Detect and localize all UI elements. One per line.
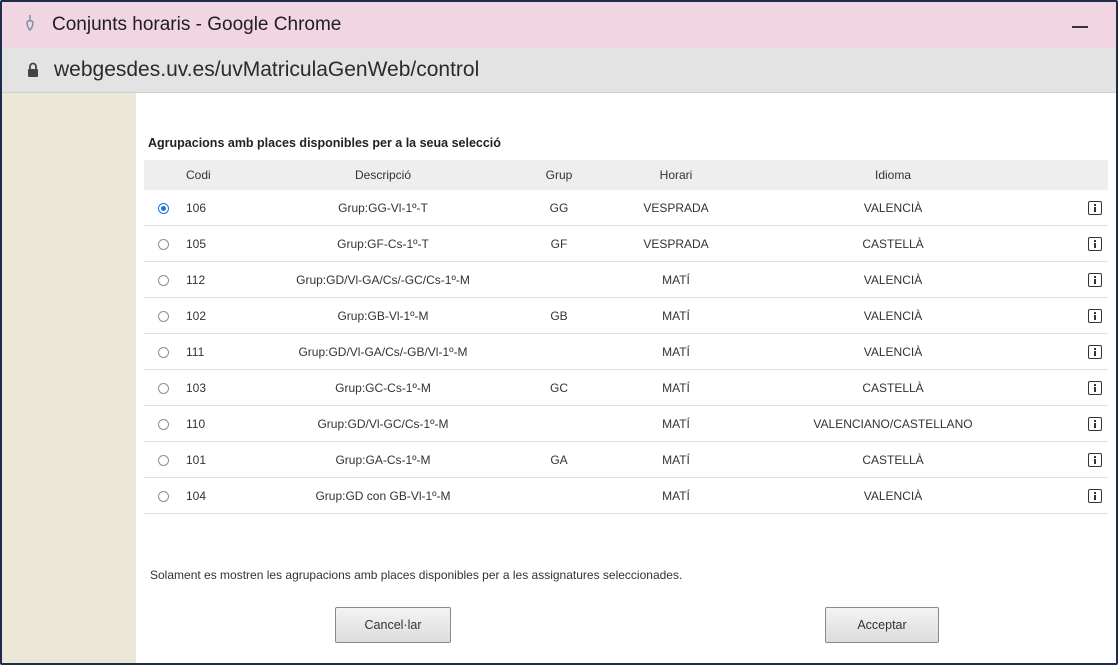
- cell-descripcio: Grup:GA-Cs-1º-M: [242, 441, 524, 478]
- table-row: 101 Grup:GA-Cs-1º-M GA MATÍ CASTELLÀ: [144, 441, 1108, 478]
- group-radio[interactable]: [157, 382, 169, 394]
- cell-grup: GB: [524, 297, 594, 334]
- cancel-button[interactable]: Cancel·lar: [335, 607, 451, 643]
- info-icon[interactable]: [1088, 236, 1102, 251]
- table-row: 112 Grup:GD/Vl-GA/Cs/-GC/Cs-1º-M MATÍ VA…: [144, 261, 1108, 298]
- cell-codi: 105: [182, 225, 242, 262]
- cell-codi: 110: [182, 405, 242, 442]
- info-icon[interactable]: [1088, 200, 1102, 215]
- side-panel: [2, 93, 136, 663]
- header-grup: Grup: [524, 160, 594, 190]
- cell-descripcio: Grup:GD/Vl-GA/Cs/-GB/Vl-1º-M: [242, 333, 524, 370]
- info-icon[interactable]: [1088, 344, 1102, 359]
- cell-idioma: CASTELLÀ: [758, 225, 1028, 262]
- cell-descripcio: Grup:GD/Vl-GC/Cs-1º-M: [242, 405, 524, 442]
- cell-descripcio: Grup:GD/Vl-GA/Cs/-GC/Cs-1º-M: [242, 261, 524, 298]
- table-row: 110 Grup:GD/Vl-GC/Cs-1º-M MATÍ VALENCIAN…: [144, 405, 1108, 442]
- cell-codi: 102: [182, 297, 242, 334]
- cell-horari: VESPRADA: [594, 190, 758, 226]
- group-radio[interactable]: [157, 202, 169, 214]
- group-radio[interactable]: [157, 238, 169, 250]
- address-bar: webgesdes.uv.es/uvMatriculaGenWeb/contro…: [2, 48, 1116, 93]
- cell-codi: 104: [182, 477, 242, 514]
- cell-horari: MATÍ: [594, 477, 758, 514]
- cell-grup: GG: [524, 190, 594, 226]
- header-horari: Horari: [594, 160, 758, 190]
- table-header-row: Codi Descripció Grup Horari Idioma: [144, 160, 1108, 190]
- table-row: 104 Grup:GD con GB-Vl-1º-M MATÍ VALENCIÀ: [144, 477, 1108, 514]
- window-title: Conjunts horaris - Google Chrome: [52, 14, 342, 35]
- availability-note: Solament es mostren les agrupacions amb …: [150, 568, 683, 582]
- table-row: 103 Grup:GC-Cs-1º-M GC MATÍ CASTELLÀ: [144, 369, 1108, 406]
- title-bar: Conjunts horaris - Google Chrome: [2, 2, 1116, 48]
- cell-grup: [524, 333, 594, 370]
- cell-descripcio: Grup:GF-Cs-1º-T: [242, 225, 524, 262]
- cell-horari: MATÍ: [594, 441, 758, 478]
- accept-button[interactable]: Acceptar: [825, 607, 939, 643]
- url-text[interactable]: webgesdes.uv.es/uvMatriculaGenWeb/contro…: [54, 58, 479, 82]
- group-radio[interactable]: [157, 274, 169, 286]
- cell-grup: GC: [524, 369, 594, 406]
- header-descripcio: Descripció: [242, 160, 524, 190]
- table-row: 105 Grup:GF-Cs-1º-T GF VESPRADA CASTELLÀ: [144, 225, 1108, 262]
- cell-codi: 103: [182, 369, 242, 406]
- cell-idioma: VALENCIÀ: [758, 261, 1028, 298]
- info-icon[interactable]: [1088, 308, 1102, 323]
- cell-codi: 112: [182, 261, 242, 298]
- cell-idioma: VALENCIÀ: [758, 297, 1028, 334]
- cell-horari: MATÍ: [594, 261, 758, 298]
- minimize-button[interactable]: [1068, 10, 1094, 38]
- cell-horari: VESPRADA: [594, 225, 758, 262]
- app-icon: [26, 15, 34, 31]
- cell-idioma: CASTELLÀ: [758, 441, 1028, 478]
- cell-idioma: VALENCIÀ: [758, 333, 1028, 370]
- cell-idioma: VALENCIÀ: [758, 190, 1028, 226]
- group-radio[interactable]: [157, 454, 169, 466]
- lock-icon: [28, 62, 38, 77]
- dialog-heading: Agrupacions amb places disponibles per a…: [148, 136, 501, 150]
- info-icon[interactable]: [1088, 272, 1102, 287]
- browser-window: Conjunts horaris - Google Chrome webgesd…: [0, 0, 1118, 665]
- cell-idioma: VALENCIANO/CASTELLANO: [758, 405, 1028, 442]
- group-radio[interactable]: [157, 310, 169, 322]
- cell-descripcio: Grup:GD con GB-Vl-1º-M: [242, 477, 524, 514]
- cell-codi: 106: [182, 190, 242, 226]
- table-row: 111 Grup:GD/Vl-GA/Cs/-GB/Vl-1º-M MATÍ VA…: [144, 333, 1108, 370]
- group-radio[interactable]: [157, 490, 169, 502]
- cell-grup: GF: [524, 225, 594, 262]
- cell-horari: MATÍ: [594, 405, 758, 442]
- header-info: [1028, 160, 1108, 190]
- cell-grup: [524, 261, 594, 298]
- info-icon[interactable]: [1088, 416, 1102, 431]
- cell-codi: 111: [182, 333, 242, 370]
- cell-descripcio: Grup:GB-Vl-1º-M: [242, 297, 524, 334]
- header-codi: Codi: [182, 160, 242, 190]
- table-row: 106 Grup:GG-Vl-1º-T GG VESPRADA VALENCIÀ: [144, 190, 1108, 226]
- cell-horari: MATÍ: [594, 297, 758, 334]
- cell-grup: [524, 477, 594, 514]
- groups-table: Codi Descripció Grup Horari Idioma 106 G…: [144, 160, 1108, 514]
- cell-idioma: CASTELLÀ: [758, 369, 1028, 406]
- cell-descripcio: Grup:GG-Vl-1º-T: [242, 190, 524, 226]
- group-radio[interactable]: [157, 346, 169, 358]
- cell-grup: [524, 405, 594, 442]
- group-radio[interactable]: [157, 418, 169, 430]
- info-icon[interactable]: [1088, 488, 1102, 503]
- info-icon[interactable]: [1088, 452, 1102, 467]
- cell-codi: 101: [182, 441, 242, 478]
- cell-grup: GA: [524, 441, 594, 478]
- cell-horari: MATÍ: [594, 333, 758, 370]
- cell-horari: MATÍ: [594, 369, 758, 406]
- table-row: 102 Grup:GB-Vl-1º-M GB MATÍ VALENCIÀ: [144, 297, 1108, 334]
- dialog-content: Agrupacions amb places disponibles per a…: [136, 93, 1116, 663]
- info-icon[interactable]: [1088, 380, 1102, 395]
- header-select: [144, 160, 182, 190]
- header-idioma: Idioma: [758, 160, 1028, 190]
- cell-descripcio: Grup:GC-Cs-1º-M: [242, 369, 524, 406]
- cell-idioma: VALENCIÀ: [758, 477, 1028, 514]
